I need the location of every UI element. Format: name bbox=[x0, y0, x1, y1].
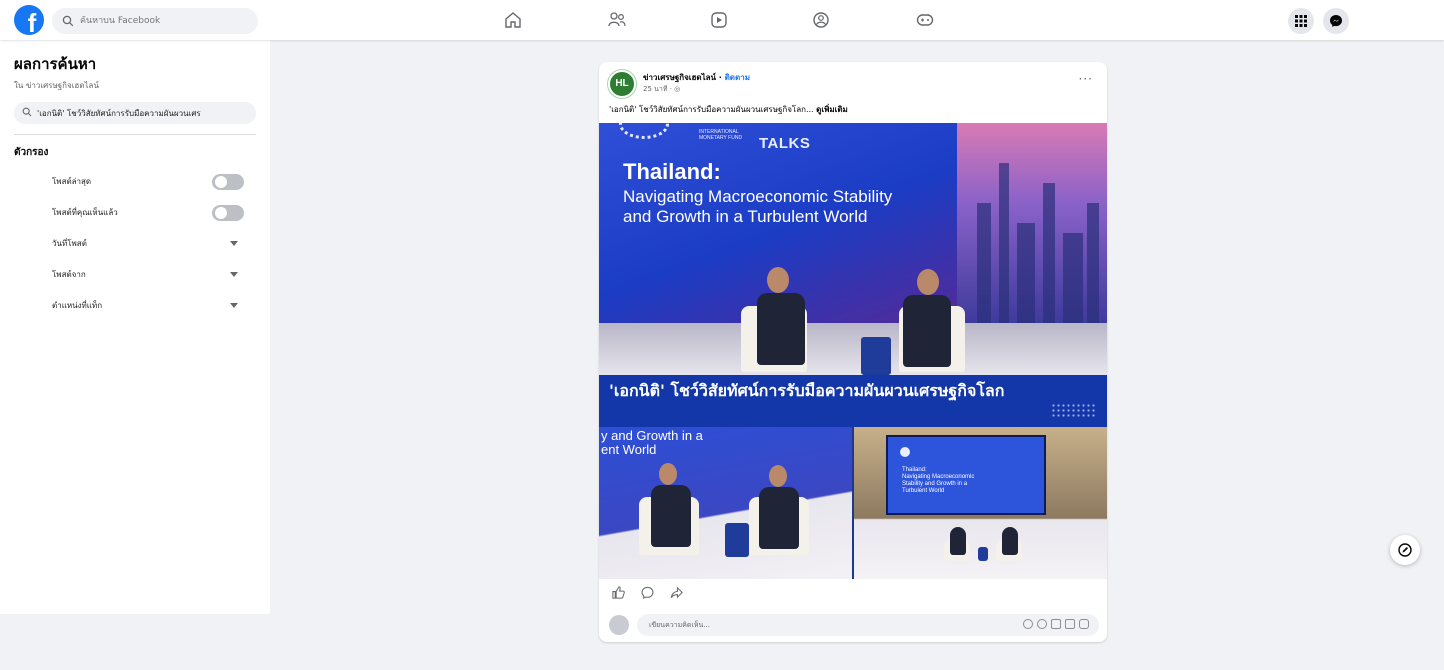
slide-title: Thailand: Navigating Macroeconomic Stabi… bbox=[623, 159, 893, 226]
sticker-icon[interactable] bbox=[1079, 619, 1089, 629]
speaker-right-head bbox=[917, 269, 939, 295]
search-icon bbox=[22, 107, 32, 120]
filter-recent-posts[interactable]: โพสต์ล่าสุด bbox=[14, 166, 256, 197]
post-card: HL ข่าวเศรษฐกิจเฮดไลน์ · ติดตาม 25 นาที … bbox=[599, 62, 1107, 642]
page-name-link[interactable]: ข่าวเศรษฐกิจเฮดไลน์ bbox=[643, 73, 716, 82]
search-query-text: 'เอกนิติ' โชว์วิสัยทัศน์การรับมือความผัน… bbox=[37, 108, 201, 118]
menu-grid-button[interactable] bbox=[1288, 8, 1314, 34]
post-caption: 'เอกนิติ' โชว์วิสัยทัศน์การรับมือความผัน… bbox=[609, 103, 848, 116]
headline-banner: 'เอกนิติ' โชว์วิสัยทัศน์การรับมือความผัน… bbox=[599, 375, 1107, 427]
search-input[interactable] bbox=[80, 16, 250, 26]
share-icon[interactable] bbox=[669, 585, 684, 600]
messenger-button[interactable] bbox=[1323, 8, 1349, 34]
search-query-field[interactable]: 'เอกนิติ' โชว์วิสัยทัศน์การรับมือความผัน… bbox=[14, 102, 256, 124]
city-skyline-graphic bbox=[957, 123, 1107, 323]
screen-logo bbox=[900, 447, 910, 457]
speaker-right bbox=[1002, 527, 1018, 555]
camera-icon[interactable] bbox=[1051, 619, 1061, 629]
comment-icon[interactable] bbox=[640, 585, 655, 600]
imf-logo-graphic bbox=[619, 123, 669, 139]
top-navigation-bar: f bbox=[0, 0, 1444, 40]
messenger-icon bbox=[1330, 15, 1342, 27]
filters-title: ตัวกรอง bbox=[14, 147, 49, 158]
chevron-down-icon bbox=[230, 303, 238, 308]
filter-label: วันที่โพสต์ bbox=[52, 239, 87, 248]
filter-date-posted[interactable]: วันที่โพสต์ bbox=[14, 228, 256, 259]
governor-talks-logo: INTERNATIONAL MONETARY FUND TALKS bbox=[699, 129, 811, 152]
side-table bbox=[861, 337, 891, 375]
emoji-icon[interactable] bbox=[1037, 619, 1047, 629]
post-media[interactable]: INTERNATIONAL MONETARY FUND TALKS Thaila… bbox=[599, 123, 1107, 579]
banner-headline: 'เอกนิติ' โชว์วิสัยทัศน์การรับมือความผัน… bbox=[609, 381, 1005, 400]
photo-thumbnail-left[interactable]: y and Growth in a ent World bbox=[599, 427, 852, 579]
groups-icon[interactable] bbox=[810, 9, 832, 31]
search-icon bbox=[62, 15, 74, 27]
like-icon[interactable] bbox=[611, 585, 626, 600]
thumbnail-slide-text: y and Growth in a ent World bbox=[601, 428, 703, 457]
more-options-button[interactable]: ··· bbox=[1079, 72, 1093, 86]
grid-icon bbox=[1295, 15, 1307, 27]
main-photo[interactable]: INTERNATIONAL MONETARY FUND TALKS Thaila… bbox=[599, 123, 1107, 375]
facebook-logo-letter: f bbox=[27, 8, 37, 35]
filter-label: โพสต์ล่าสุด bbox=[52, 177, 92, 186]
filter-label: ตำแหน่งที่แท็ก bbox=[52, 301, 103, 310]
search-results-sidebar: ผลการค้นหา ใน ข่าวเศรษฐกิจเฮดไลน์ 'เอกนิ… bbox=[0, 40, 270, 614]
name-separator: · bbox=[716, 73, 725, 82]
facebook-logo[interactable]: f bbox=[14, 5, 44, 35]
speaker-right bbox=[903, 295, 951, 367]
screen-slide-text: Thailand: Navigating Macroeconomic Stabi… bbox=[902, 467, 975, 494]
seen-posts-toggle[interactable] bbox=[212, 205, 244, 221]
page-name-line: ข่าวเศรษฐกิจเฮดไลน์ · ติดตาม bbox=[643, 71, 750, 84]
speaker-left bbox=[950, 527, 966, 555]
comment-composer: เขียนความคิดเห็น... bbox=[609, 614, 1099, 636]
side-table bbox=[725, 523, 749, 557]
comment-tools bbox=[1023, 619, 1089, 629]
filter-posted-by[interactable]: โพสต์จาก bbox=[14, 259, 256, 290]
filter-seen-posts[interactable]: โพสต์ที่คุณเห็นแล้ว bbox=[14, 197, 256, 228]
recent-posts-toggle[interactable] bbox=[212, 174, 244, 190]
comment-input[interactable]: เขียนความคิดเห็น... bbox=[637, 614, 1099, 636]
follow-button[interactable]: ติดตาม bbox=[725, 73, 750, 82]
caption-text: 'เอกนิติ' โชว์วิสัยทัศน์การรับมือความผัน… bbox=[609, 105, 814, 114]
sidebar-title: ผลการค้นหา bbox=[14, 55, 97, 73]
post-timestamp[interactable]: 25 นาที · ◎ bbox=[643, 84, 680, 95]
chevron-down-icon bbox=[230, 241, 238, 246]
avatar-sticker-icon[interactable] bbox=[1023, 619, 1033, 629]
gaming-icon[interactable] bbox=[914, 9, 936, 31]
user-avatar bbox=[609, 615, 629, 635]
post-actions bbox=[611, 585, 684, 600]
sidebar-divider bbox=[14, 134, 256, 135]
speaker-right bbox=[759, 487, 799, 549]
filter-label: โพสต์จาก bbox=[52, 270, 86, 279]
stage-floor bbox=[599, 323, 1107, 375]
banner-dot-pattern bbox=[1051, 403, 1095, 419]
photo-thumbnail-right[interactable]: Thailand: Navigating Macroeconomic Stabi… bbox=[854, 427, 1107, 579]
speaker-left-head bbox=[659, 463, 677, 485]
speaker-left bbox=[651, 485, 691, 547]
search-bar[interactable] bbox=[52, 8, 258, 34]
gif-icon[interactable] bbox=[1065, 619, 1075, 629]
side-table bbox=[978, 547, 988, 561]
speaker-left bbox=[757, 293, 805, 365]
see-more-link[interactable]: ดูเพิ่มเติม bbox=[816, 105, 848, 114]
stage-screen: Thailand: Navigating Macroeconomic Stabi… bbox=[886, 435, 1046, 515]
speaker-left-head bbox=[767, 267, 789, 293]
home-icon[interactable] bbox=[502, 9, 524, 31]
comment-placeholder: เขียนความคิดเห็น... bbox=[649, 620, 710, 629]
compose-icon bbox=[1398, 543, 1412, 557]
new-message-button[interactable] bbox=[1390, 535, 1420, 565]
filter-tagged-location[interactable]: ตำแหน่งที่แท็ก bbox=[14, 290, 256, 321]
video-icon[interactable] bbox=[708, 9, 730, 31]
page-avatar[interactable]: HL bbox=[608, 70, 636, 98]
chevron-down-icon bbox=[230, 272, 238, 277]
filter-label: โพสต์ที่คุณเห็นแล้ว bbox=[52, 208, 118, 217]
speaker-right-head bbox=[769, 465, 787, 487]
sidebar-subtitle: ใน ข่าวเศรษฐกิจเฮดไลน์ bbox=[14, 81, 99, 90]
friends-icon[interactable] bbox=[606, 9, 628, 31]
